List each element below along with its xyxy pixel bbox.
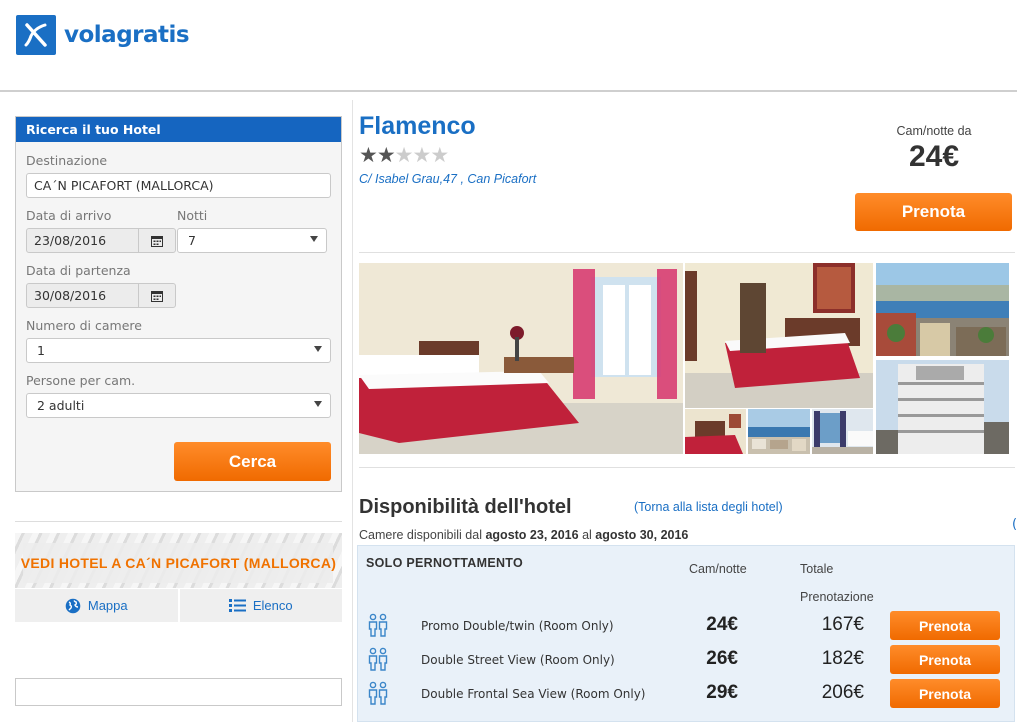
room-name: Promo Double/twin (Room Only) [421,619,614,633]
book-room-button[interactable]: Prenota [890,611,1000,640]
availability-title: Disponibilità dell'hotel [359,496,572,518]
price-from-label: Cam/notte da [896,124,972,138]
hotel-photo[interactable] [685,263,873,408]
map-view-button[interactable]: Mappa [15,589,178,622]
persons-label: Persone per cam. [26,373,136,388]
hotel-photo-main[interactable] [359,263,683,454]
rooms-count-value: 1 [37,343,45,358]
site-header: volagratis [0,0,1017,92]
rooms-count-select[interactable]: 1 [26,338,331,363]
price-from-value: 24€ [908,140,960,173]
table-row: Promo Double/twin (Room Only) 24€ 167€ P… [358,611,1014,641]
board-type: SOLO PERNOTTAMENTO [366,556,524,570]
departure-date-label: Data di partenza [26,263,131,278]
list-icon [228,598,246,613]
nights-value: 7 [188,233,196,248]
destination-input[interactable]: CA´N PICAFORT (MALLORCA) [26,173,331,198]
table-row: Double Street View (Room Only) 26€ 182€ … [358,645,1014,675]
room-price: 26€ [706,648,738,669]
room-total: 167€ [821,614,864,635]
col-total-header: Totale [800,562,834,576]
two-persons-icon [367,681,389,709]
calendar-icon[interactable] [138,283,176,308]
divider [359,252,1015,253]
two-persons-icon [367,647,389,675]
two-persons-icon [367,613,389,641]
persons-select[interactable]: 2 adulti [26,393,331,418]
view-switch: Mappa Elenco [15,589,342,622]
empty-panel [15,678,342,706]
hotel-search-panel: Ricerca il tuo Hotel Destinazione CA´N P… [15,116,342,492]
nights-label: Notti [177,208,208,223]
rooms-table: SOLO PERNOTTAMENTO Cam/notte Totale Pren… [357,545,1015,722]
room-name: Double Frontal Sea View (Room Only) [421,687,646,701]
dates-prefix: Camere disponibili dal [359,528,482,542]
map-view-label: Mappa [87,598,128,613]
arrival-date-label: Data di arrivo [26,208,112,223]
availability-dates: Camere disponibili dal agosto 23, 2016 a… [359,528,688,542]
date-to: agosto 30, 2016 [595,528,689,542]
hotel-photo[interactable] [876,360,1009,454]
departure-date-input[interactable]: 30/08/2016 [26,283,139,308]
room-total: 206€ [821,682,864,703]
plane-x-logo-icon [16,15,56,55]
brand-name: volagratis [64,22,190,48]
divider [359,467,1015,468]
book-button[interactable]: Prenota [855,193,1012,231]
hotel-photo[interactable] [748,409,810,454]
hotel-photo[interactable] [876,263,1009,356]
star-filled-icon: ★ [376,143,396,167]
hotel-photo[interactable] [685,409,746,454]
star-empty-icon: ★ [412,143,432,167]
star-rating: ★ ★ ★ ★ ★ [359,143,450,167]
destination-label: Destinazione [26,153,108,168]
edge-fragment: ( [1012,517,1017,532]
room-name: Double Street View (Room Only) [421,653,615,667]
column-divider [352,100,353,722]
book-room-button[interactable]: Prenota [890,645,1000,674]
hotel-photo[interactable] [812,409,873,454]
chevron-down-icon [314,401,322,407]
col-price-header: Cam/notte [689,562,747,576]
table-row: Double Frontal Sea View (Room Only) 29€ … [358,679,1014,709]
search-panel-title: Ricerca il tuo Hotel [16,117,341,142]
chevron-down-icon [310,236,318,242]
persons-value: 2 adulti [37,398,85,413]
search-button[interactable]: Cerca [174,442,331,481]
list-view-button[interactable]: Elenco [177,589,343,622]
rooms-count-label: Numero di camere [26,318,142,333]
nights-select[interactable]: 7 [177,228,327,253]
chevron-down-icon [314,346,322,352]
col-total-header-2: Prenotazione [800,590,874,604]
globe-icon [65,598,81,614]
book-room-button[interactable]: Prenota [890,679,1000,708]
arrival-date-input[interactable]: 23/08/2016 [26,228,139,253]
logo[interactable]: volagratis [16,15,190,55]
hotel-name: Flamenco [359,112,476,140]
room-price: 29€ [706,682,738,703]
city-hotels-link[interactable]: VEDI HOTEL A CA´N PICAFORT (MALLORCA) [15,551,342,575]
dates-mid: al [582,528,592,542]
city-hotels-banner[interactable]: VEDI HOTEL A CA´N PICAFORT (MALLORCA) [15,533,342,588]
calendar-icon[interactable] [138,228,176,253]
date-from: agosto 23, 2016 [485,528,579,542]
room-price: 24€ [706,614,738,635]
list-view-label: Elenco [252,598,293,613]
back-to-list-link[interactable]: (Torna alla lista degli hotel) [634,500,783,514]
room-total: 182€ [821,648,864,669]
star-empty-icon: ★ [430,143,450,167]
star-filled-icon: ★ [359,143,378,167]
divider [15,521,342,522]
star-empty-icon: ★ [394,143,414,167]
hotel-address-link[interactable]: C/ Isabel Grau,47 , Can Picafort [359,172,536,186]
